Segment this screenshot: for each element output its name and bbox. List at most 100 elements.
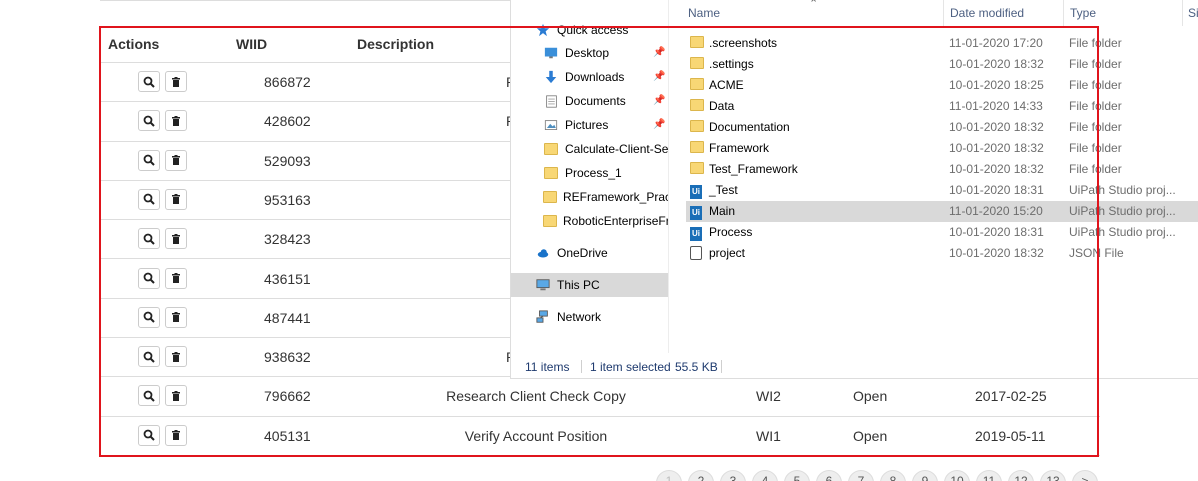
- page-button[interactable]: 10: [944, 470, 970, 481]
- nav-folder-process1[interactable]: Process_1: [511, 161, 668, 185]
- column-divider[interactable]: [1182, 0, 1183, 26]
- json-icon: [690, 246, 702, 263]
- row-actions: [138, 71, 187, 92]
- delete-button[interactable]: [165, 149, 187, 171]
- next-page-button[interactable]: >: [1072, 470, 1098, 481]
- column-size[interactable]: Si: [1188, 6, 1198, 20]
- pagination: 1 2 3 4 5 6 7 8 9 10 11 12 13 >: [656, 470, 1098, 481]
- folder-icon: [690, 99, 704, 114]
- file-row[interactable]: Framework 10-01-2020 18:32 File folder: [686, 138, 1198, 159]
- row-actions: [138, 346, 187, 368]
- item-count: 11 items: [525, 360, 570, 374]
- page-button[interactable]: 2: [688, 470, 714, 481]
- page-button[interactable]: 8: [880, 470, 906, 481]
- file-row[interactable]: Ui _Test 10-01-2020 18:31 UiPath Studio pro…: [686, 180, 1198, 201]
- nav-documents[interactable]: Documents 📌: [511, 89, 668, 113]
- column-divider[interactable]: [943, 0, 944, 26]
- row-actions: [138, 110, 187, 132]
- cell-wiid: 866872: [264, 74, 311, 90]
- delete-button[interactable]: [165, 71, 187, 92]
- file-type: File folder: [1069, 162, 1122, 176]
- nav-downloads[interactable]: Downloads 📌: [511, 65, 668, 89]
- view-button[interactable]: [138, 228, 160, 250]
- trash-icon: [170, 115, 182, 127]
- view-button[interactable]: [138, 424, 160, 446]
- nav-quick-access[interactable]: Quick access: [511, 18, 668, 42]
- nav-label: Calculate-Client-Se: [565, 142, 669, 156]
- uipath-icon: Ui: [690, 225, 702, 241]
- page-button[interactable]: 3: [720, 470, 746, 481]
- file-name: Test_Framework: [709, 162, 798, 176]
- cell-type: WI2: [756, 388, 781, 405]
- nav-folder-robotic[interactable]: RoboticEnterpriseFr: [511, 209, 668, 233]
- download-icon: [543, 69, 559, 85]
- column-name[interactable]: Name: [688, 6, 720, 20]
- file-row[interactable]: Test_Framework 10-01-2020 18:32 File folde…: [686, 159, 1198, 180]
- file-row[interactable]: Ui Process 10-01-2020 18:31 UiPath Studio p…: [686, 222, 1198, 243]
- screen: { "table": { "headers": { "actions": "Ac…: [0, 0, 1198, 481]
- nav-pictures[interactable]: Pictures 📌: [511, 113, 668, 137]
- file-date: 10-01-2020 18:32: [949, 57, 1044, 71]
- column-divider[interactable]: [1063, 0, 1064, 26]
- delete-button[interactable]: [165, 385, 187, 407]
- trash-icon: [170, 390, 182, 402]
- computer-icon: [535, 277, 551, 293]
- file-row[interactable]: Ui Main 11-01-2020 15:20 UiPath Studio proj…: [686, 201, 1198, 222]
- table-row: 796662 Research Client Check Copy WI2 Open 2…: [100, 377, 1100, 417]
- view-button[interactable]: [138, 306, 160, 328]
- view-button[interactable]: [138, 149, 160, 171]
- nav-label: Documents: [565, 94, 626, 108]
- column-type[interactable]: Type: [1070, 6, 1096, 20]
- row-actions: [138, 228, 187, 250]
- delete-button[interactable]: [165, 306, 187, 328]
- file-row[interactable]: ACME 10-01-2020 18:25 File folder: [686, 75, 1198, 96]
- delete-button[interactable]: [165, 110, 187, 132]
- trash-icon: [170, 351, 182, 363]
- page-button[interactable]: 12: [1008, 470, 1034, 481]
- file-row[interactable]: Data 11-01-2020 14:33 File folder: [686, 96, 1198, 117]
- nav-desktop[interactable]: Desktop 📌: [511, 41, 668, 65]
- page-button[interactable]: 11: [976, 470, 1002, 481]
- delete-button[interactable]: [165, 267, 187, 289]
- trash-icon: [170, 154, 182, 166]
- folder-icon: [690, 162, 704, 177]
- page-button[interactable]: 4: [752, 470, 778, 481]
- file-row[interactable]: project 10-01-2020 18:32 JSON File: [686, 243, 1198, 264]
- page-button[interactable]: 1: [656, 470, 682, 481]
- file-row[interactable]: .screenshots 11-01-2020 17:20 File folder: [686, 33, 1198, 54]
- nav-network[interactable]: Network: [511, 305, 668, 329]
- trash-icon: [170, 233, 182, 245]
- page-button[interactable]: 13: [1040, 470, 1066, 481]
- table-top-border: [100, 0, 510, 1]
- cell-type: WI1: [756, 427, 781, 444]
- nav-this-pc[interactable]: This PC: [511, 273, 668, 297]
- page-button[interactable]: 6: [816, 470, 842, 481]
- delete-button[interactable]: [165, 346, 187, 368]
- page-button[interactable]: 5: [784, 470, 810, 481]
- file-row[interactable]: Documentation 10-01-2020 18:32 File folder: [686, 117, 1198, 138]
- file-type: JSON File: [1069, 246, 1124, 260]
- view-button[interactable]: [138, 110, 160, 132]
- nav-folder-reframework[interactable]: REFramework_Pract: [511, 185, 668, 209]
- view-button[interactable]: [138, 385, 160, 407]
- file-date: 10-01-2020 18:32: [949, 246, 1044, 260]
- cell-wiid: 436151: [264, 270, 311, 287]
- file-type: File folder: [1069, 99, 1122, 113]
- view-button[interactable]: [138, 71, 160, 92]
- delete-button[interactable]: [165, 188, 187, 210]
- selection-info: 1 item selected: [590, 360, 671, 374]
- nav-folder-calculate[interactable]: Calculate-Client-Se: [511, 137, 669, 161]
- delete-button[interactable]: [165, 228, 187, 250]
- file-row[interactable]: .settings 10-01-2020 18:32 File folder: [686, 54, 1198, 75]
- page-button[interactable]: 9: [912, 470, 938, 481]
- page-button[interactable]: 7: [848, 470, 874, 481]
- network-icon: [535, 309, 551, 325]
- delete-button[interactable]: [165, 424, 187, 446]
- nav-label: Quick access: [557, 23, 629, 37]
- view-button[interactable]: [138, 267, 160, 289]
- cell-status: Open: [853, 427, 888, 444]
- column-date-modified[interactable]: Date modified: [950, 6, 1024, 20]
- view-button[interactable]: [138, 188, 160, 210]
- nav-onedrive[interactable]: OneDrive: [511, 241, 668, 265]
- view-button[interactable]: [138, 346, 160, 368]
